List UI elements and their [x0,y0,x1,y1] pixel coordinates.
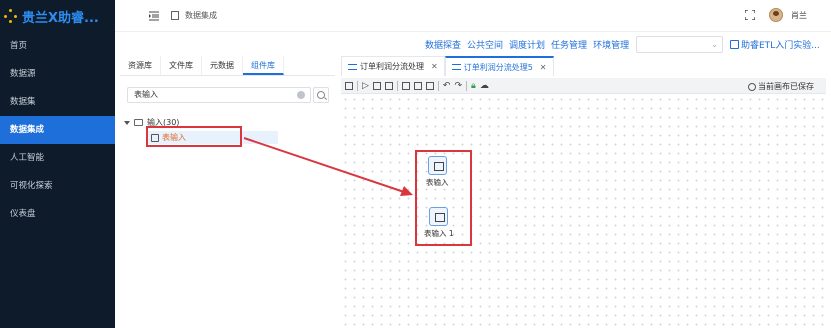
save-icon[interactable] [345,81,353,90]
top-menu: 数据探查 公共空间 调度计划 任务管理 环境管理 [425,38,629,51]
chart-icon[interactable] [413,81,422,90]
tab-flow-1-label: 订单利润分流处理 [360,62,424,71]
flow-icon [348,63,357,70]
sidebar-item-dataset[interactable]: 数据集 [0,88,115,116]
chevron-down-icon: ⌄ [711,40,718,49]
menu-schedule[interactable]: 调度计划 [509,38,545,51]
menu-task-management[interactable]: 任务管理 [551,38,587,51]
tab-flow-1[interactable]: 订单利润分流处理 ✕ [341,56,445,76]
stop-icon[interactable] [372,81,381,90]
close-icon[interactable]: ✕ [540,63,547,72]
fullscreen-icon[interactable] [744,9,756,21]
caret-down-icon[interactable] [124,120,130,125]
menu-collapse-icon[interactable] [149,11,159,21]
sidebar-item-home[interactable]: 首页 [0,32,115,60]
sidebar: 贵兰X助睿... 首页 数据源 数据集 数据集成 人工智能 可视化探索 仪表盘 [0,0,115,328]
annotation-highlight-target [415,150,472,246]
tab-metadata[interactable]: 元数据 [202,56,243,75]
sidebar-item-ai[interactable]: 人工智能 [0,144,115,172]
tab-file-library[interactable]: 文件库 [161,56,202,75]
workspace-tabs: 订单利润分流处理 ✕ 订单利润分流处理5 ✕ [341,56,554,76]
folder-icon [134,119,143,126]
username[interactable]: 肖兰 [791,10,807,21]
brand[interactable]: 贵兰X助睿... [0,0,115,32]
sidebar-item-data-integration[interactable]: 数据集成 [0,116,115,144]
document-icon [171,11,179,20]
search-button[interactable] [313,87,329,103]
toolbar-divider [437,80,439,91]
sidebar-nav: 首页 数据源 数据集 数据集成 人工智能 可视化探索 仪表盘 [0,32,115,228]
search-input[interactable]: 表输入 [127,87,311,103]
menu-data-explore[interactable]: 数据探查 [425,38,461,51]
sidebar-item-visual-explore[interactable]: 可视化探索 [0,172,115,200]
lock-icon[interactable]: 🔒︎ [471,81,476,91]
environment-select[interactable]: ⌄ [636,36,723,53]
logo-icon [4,9,18,23]
toolbar-divider [466,80,468,91]
undo-icon[interactable]: ↶ [443,81,451,91]
close-icon[interactable]: ✕ [431,62,438,71]
run-icon[interactable]: ▷ [362,81,369,91]
breadcrumb[interactable]: 数据集成 [185,10,217,21]
preview-icon[interactable] [425,81,434,90]
tab-component-library[interactable]: 组件库 [243,56,284,75]
debug-icon[interactable] [384,81,393,90]
toolbar-divider [357,80,358,91]
design-canvas[interactable] [341,95,826,328]
save-status: 当前画布已保存 [748,81,814,92]
guide-label: 助睿ETL入门实验... [741,41,820,51]
menu-env-management[interactable]: 环境管理 [593,38,629,51]
grid-icon[interactable] [401,81,410,90]
toolbar-divider [396,80,398,91]
tab-flow-2[interactable]: 订单利润分流处理5 ✕ [444,56,554,76]
guide-link[interactable]: 助睿ETL入门实验... [730,38,820,51]
redo-icon[interactable]: ↷ [454,81,462,91]
header-user-area: 肖兰 [744,8,807,22]
annotation-highlight-source [146,126,242,147]
save-status-text: 当前画布已保存 [758,82,814,91]
book-icon [730,40,739,49]
menu-public-space[interactable]: 公共空间 [467,38,503,51]
flow-icon [451,64,461,70]
tab-resource-library[interactable]: 资源库 [120,56,161,75]
upload-icon[interactable]: ☁ [480,81,489,91]
sidebar-item-dashboard[interactable]: 仪表盘 [0,200,115,228]
check-circle-icon [748,82,756,91]
clear-icon[interactable] [297,91,305,99]
avatar[interactable] [769,8,783,22]
tab-flow-2-label: 订单利润分流处理5 [463,62,533,72]
sidebar-item-datasource[interactable]: 数据源 [0,60,115,88]
app-title: 贵兰X助睿... [22,10,99,26]
left-panel-tabs: 资源库 文件库 元数据 组件库 [120,56,335,76]
header: 数据集成 肖兰 [115,0,831,32]
